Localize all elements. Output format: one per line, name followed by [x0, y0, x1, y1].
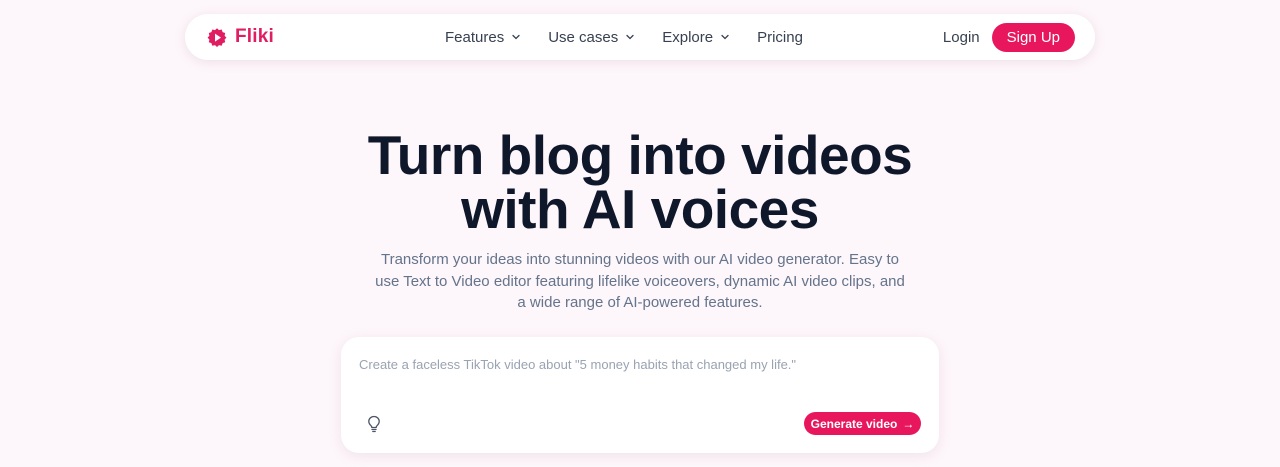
signup-button[interactable]: Sign Up: [991, 22, 1075, 52]
hero-title-line-2: with AI voices: [461, 178, 819, 240]
play-circle-icon: [207, 28, 227, 47]
chevron-down-icon: [512, 34, 520, 40]
hero-title: Turn blog into videos with AI voices: [0, 128, 1280, 237]
nav-item-label: Pricing: [757, 28, 803, 46]
lightbulb-icon[interactable]: [366, 415, 382, 433]
brand-logo[interactable]: Fliki: [207, 26, 407, 48]
nav-item-label: Explore: [662, 28, 714, 46]
login-link[interactable]: Login: [943, 29, 980, 46]
prompt-input[interactable]: [359, 353, 919, 375]
nav-item-explore[interactable]: Explore: [662, 29, 729, 46]
hero-title-line-1: Turn blog into videos: [367, 124, 913, 186]
hero-subtitle: Transform your ideas into stunning video…: [375, 251, 905, 311]
nav-item-pricing[interactable]: Pricing: [757, 29, 803, 46]
chevron-down-icon: [721, 34, 729, 40]
nav-item-label: Features: [445, 28, 505, 46]
main-nav: Features Use cases Explore Pricing: [445, 29, 803, 46]
arrow-right-icon: →: [902, 416, 915, 431]
nav-item-label: Use cases: [548, 28, 619, 46]
generate-video-button[interactable]: Generate video →: [804, 412, 921, 435]
nav-item-use-cases[interactable]: Use cases: [548, 29, 634, 46]
brand-name: Fliki: [235, 26, 275, 47]
prompt-card: Generate video →: [341, 337, 939, 453]
auth-actions: Login Sign Up: [943, 22, 1075, 52]
generate-video-label: Generate video: [810, 416, 898, 431]
chevron-down-icon: [626, 34, 634, 40]
nav-item-features[interactable]: Features: [445, 29, 520, 46]
top-navbar: Fliki Features Use cases Explore Pricing…: [185, 14, 1095, 60]
